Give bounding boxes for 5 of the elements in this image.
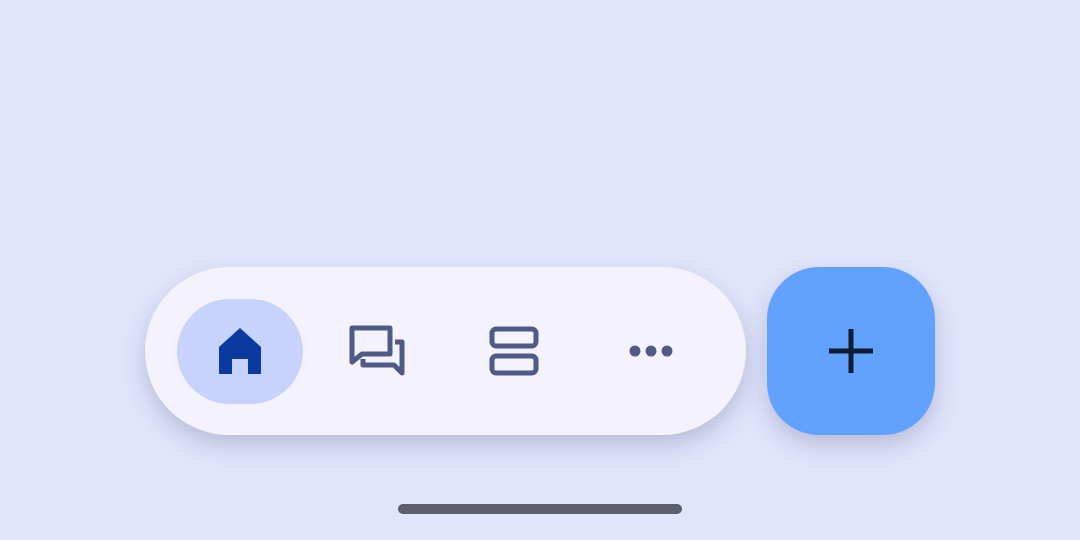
list-icon xyxy=(489,326,539,376)
more-icon xyxy=(629,345,673,357)
home-icon xyxy=(218,327,262,375)
plus-icon xyxy=(828,328,874,374)
chat-icon xyxy=(349,325,405,377)
